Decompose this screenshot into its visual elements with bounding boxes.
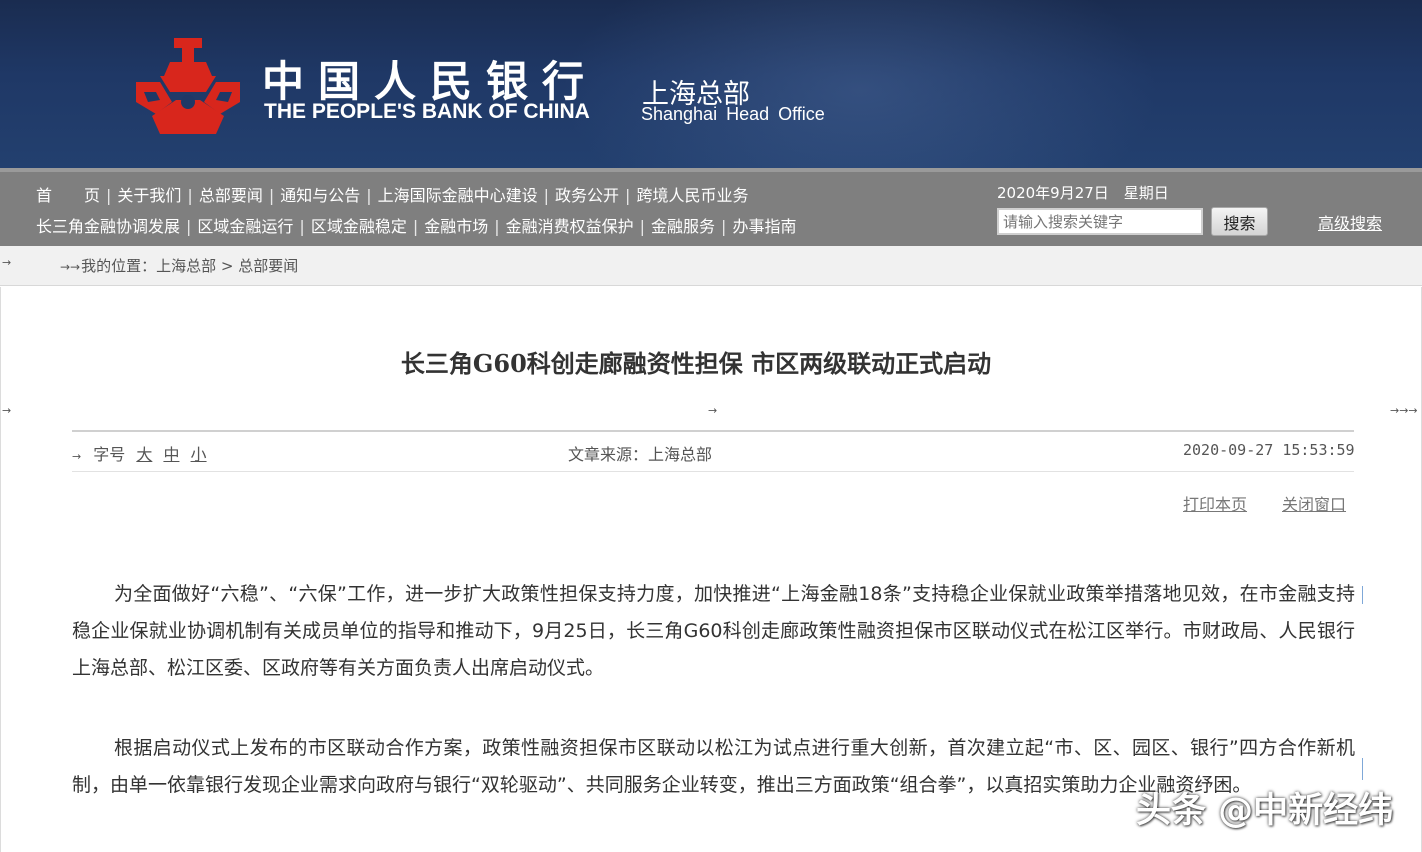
article-title: 长三角G60科创走廊融资性担保 市区两级联动正式启动 <box>400 349 992 378</box>
font-size-large[interactable]: 大 <box>136 445 152 464</box>
breadcrumb-item-shanghai-hq[interactable]: 上海总部 <box>156 257 216 275</box>
nav-item-consumer-protection[interactable]: 金融消费权益保护 <box>506 217 634 236</box>
breadcrumb: →→我的位置：上海总部 > 总部要闻 <box>60 255 298 276</box>
article-datetime: 2020-09-27 15:53:59 <box>1183 441 1355 459</box>
arrow-icon: → <box>708 404 718 417</box>
arrow-icon: → <box>2 404 12 417</box>
nav-row-1: 首 页 | 关于我们 | 总部要闻 | 通知与公告 | 上海国际金融中心建设 | 政务公开 | 跨境人民… <box>36 182 748 206</box>
nav-separator: | <box>494 217 500 236</box>
nav-item-financial-services[interactable]: 金融服务 <box>651 217 715 236</box>
nav-separator: | <box>639 217 646 236</box>
search-input[interactable] <box>997 208 1203 235</box>
nav-item-guide[interactable]: 办事指南 <box>732 217 796 236</box>
nav-item-government-affairs[interactable]: 政务公开 <box>555 186 619 205</box>
search-button[interactable]: 搜索 <box>1211 207 1268 236</box>
font-size-medium[interactable]: 中 <box>163 445 179 464</box>
breadcrumb-item-hq-news[interactable]: 总部要闻 <box>238 257 298 275</box>
watermark: 头条 @中新经纬 <box>1136 791 1394 831</box>
article-source: 文章来源：上海总部 <box>568 445 713 464</box>
logo-english-name: THE PEOPLE'S BANK OF CHINA <box>264 100 590 123</box>
nav-item-about[interactable]: 关于我们 <box>117 186 181 205</box>
meta-divider-bottom <box>72 471 1354 472</box>
office-english-name: Shanghai Head Office <box>641 104 825 124</box>
text-caret-mark <box>1362 758 1363 780</box>
nav-item-notices[interactable]: 通知与公告 <box>280 186 360 205</box>
nav-separator: | <box>543 186 550 205</box>
advanced-search-link[interactable]: 高级搜索 <box>1318 210 1382 234</box>
triple-arrow-icon: →→→ <box>1390 404 1418 417</box>
pboc-logo-icon <box>136 38 240 134</box>
font-size-control: → 字号 大 中 小 <box>72 441 207 465</box>
nav-item-cross-border-rmb[interactable]: 跨境人民币业务 <box>636 186 748 205</box>
nav-separator: | <box>625 186 631 205</box>
nav-separator: | <box>366 186 372 205</box>
current-date: 2020年9月27日 星期日 <box>997 184 1169 202</box>
nav-separator: | <box>187 186 193 205</box>
nav-separator: | <box>106 186 112 205</box>
nav-item-regional-operation[interactable]: 区域金融运行 <box>197 217 293 236</box>
nav-separator: | <box>268 186 275 205</box>
breadcrumb-label: 我的位置： <box>81 257 157 275</box>
nav-separator: | <box>721 217 727 236</box>
nav-separator: | <box>412 217 419 236</box>
double-arrow-icon: →→ <box>60 260 81 274</box>
main-navigation: 首 页 | 关于我们 | 总部要闻 | 通知与公告 | 上海国际金融中心建设 | 政务公开 | 跨境人民… <box>0 168 1422 246</box>
article-paragraph: 为全面做好“六稳”、“六保”工作，进一步扩大政策性担保支持力度，加快推进“上海金… <box>72 583 1355 679</box>
arrow-icon: → <box>72 450 82 463</box>
font-size-small[interactable]: 小 <box>191 445 207 464</box>
nav-item-home[interactable]: 首 页 <box>36 186 100 205</box>
nav-item-yangtze-delta[interactable]: 长三角金融协调发展 <box>36 217 180 236</box>
print-page-link[interactable]: 打印本页 <box>1183 491 1247 515</box>
header-banner: 中国人民银行 THE PEOPLE'S BANK OF CHINA 上海总部 S… <box>0 0 1422 168</box>
breadcrumb-separator: > <box>220 257 234 275</box>
nav-item-financial-center[interactable]: 上海国际金融中心建设 <box>378 186 538 205</box>
close-window-link[interactable]: 关闭窗口 <box>1282 491 1346 515</box>
text-caret-mark <box>1362 586 1363 604</box>
nav-separator: | <box>299 217 305 236</box>
breadcrumb-bar: → →→我的位置：上海总部 > 总部要闻 <box>0 246 1422 286</box>
nav-item-financial-market[interactable]: 金融市场 <box>424 217 488 236</box>
font-size-label: 字号 <box>93 445 126 464</box>
nav-item-regional-stability[interactable]: 区域金融稳定 <box>311 217 407 236</box>
nav-item-hq-news[interactable]: 总部要闻 <box>199 186 263 205</box>
nav-separator: | <box>186 217 192 236</box>
nav-row-2: 长三角金融协调发展 | 区域金融运行 | 区域金融稳定 | 金融市场 | 金融消费权益保护 | 金融… <box>36 213 796 237</box>
meta-divider-top <box>72 430 1354 432</box>
arrow-icon: → <box>2 256 12 269</box>
